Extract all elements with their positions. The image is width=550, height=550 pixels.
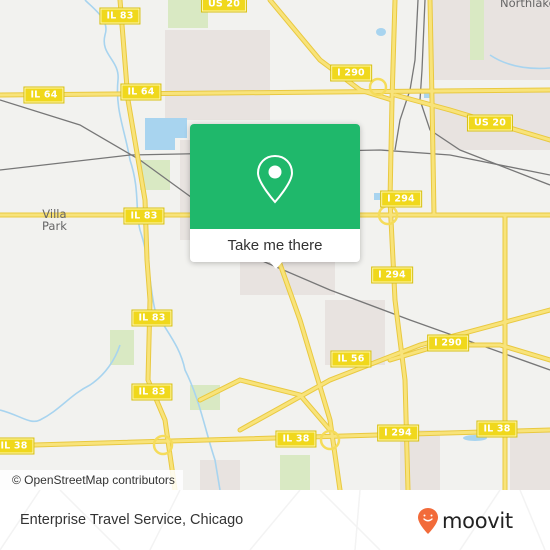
moovit-pin-icon: [418, 508, 438, 534]
map[interactable]: Villa Park Northlake IL 83 US 20 IL 64 I…: [0, 0, 550, 490]
map-pin-icon: [256, 154, 294, 204]
location-popup[interactable]: Take me there: [190, 124, 360, 269]
road-shield-i294: I 294: [377, 424, 419, 442]
popup-header[interactable]: [190, 124, 360, 229]
road-shield-il56: IL 56: [330, 350, 372, 368]
moovit-wordmark: moovit: [442, 509, 513, 533]
road-shield-i290: I 290: [330, 64, 372, 82]
road-shield-il83: IL 83: [131, 309, 173, 327]
take-me-there-button[interactable]: Take me there: [190, 229, 360, 262]
moovit-logo[interactable]: moovit: [417, 505, 513, 537]
road-shield-il83: IL 83: [131, 383, 173, 401]
road-shield-il38: IL 38: [0, 437, 35, 455]
place-title: Enterprise Travel Service, Chicago: [20, 512, 244, 528]
footer: Enterprise Travel Service, Chicago moovi…: [0, 490, 550, 550]
road-shield-us20: US 20: [200, 0, 248, 13]
road-shield-us20: US 20: [466, 114, 514, 132]
road-shield-il38: IL 38: [275, 430, 317, 448]
road-shield-il83: IL 83: [123, 207, 165, 225]
popup-pointer: [268, 260, 284, 269]
road-shield-i294: I 294: [371, 266, 413, 284]
place-label-villa-park: Villa Park: [42, 207, 67, 233]
road-shield-il38: IL 38: [476, 420, 518, 438]
road-shield-il64: IL 64: [120, 83, 162, 101]
map-attribution[interactable]: © OpenStreetMap contributors: [0, 470, 183, 490]
road-shield-il64: IL 64: [23, 86, 65, 104]
road-shield-il83: IL 83: [99, 7, 141, 25]
road-shield-i294: I 294: [380, 190, 422, 208]
road-shield-i290: I 290: [427, 334, 469, 352]
place-label-northlake: Northlake: [500, 0, 550, 10]
